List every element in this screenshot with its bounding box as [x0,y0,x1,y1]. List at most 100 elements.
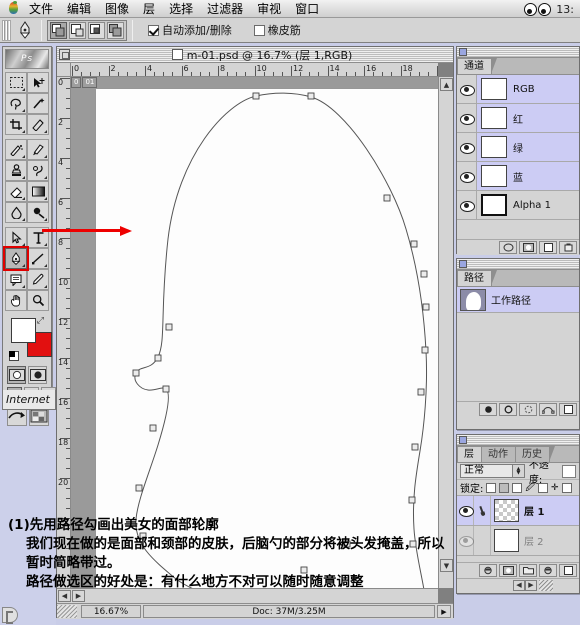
channel-row-alpha1[interactable]: Alpha 1 [457,191,579,220]
fill-path-button[interactable] [479,403,497,416]
menu-item-view[interactable]: 审视 [250,0,288,18]
channel-visibility-toggle[interactable] [457,104,477,132]
move-tool[interactable] [27,72,49,93]
menu-item-image[interactable]: 图像 [98,0,136,18]
document-title-bar[interactable]: m-01.psd @ 16.7% (层 1,RGB) [57,47,453,63]
path-row-work-path[interactable]: 工作路径 [457,287,579,313]
channel-visibility-toggle[interactable] [457,133,477,161]
auto-add-delete-checkbox[interactable] [148,24,159,36]
menu-item-edit[interactable]: 编辑 [60,0,98,18]
chevron-updown-icon[interactable]: ▲ ▼ [511,465,524,477]
tab-actions[interactable]: 动作 [481,446,521,462]
tab-channels[interactable]: 通道 [457,58,497,74]
add-layer-mask-button[interactable] [499,564,517,577]
opacity-field[interactable] [561,464,577,478]
menu-item-window[interactable]: 窗口 [288,0,326,18]
status-menu-arrow-icon[interactable]: ▶ [437,605,451,618]
scroll-right-button[interactable]: ▶ [525,579,537,591]
window-resize-grip[interactable] [2,607,18,624]
create-fill-layer-button[interactable] [539,564,557,577]
channel-row-green[interactable]: 绿 [457,133,579,162]
menu-item-layer[interactable]: 层 [136,0,162,18]
internet-tab[interactable]: Internet [2,390,56,410]
photoshop-banner[interactable]: Ps [5,49,49,69]
status-resize-grip[interactable] [57,605,77,618]
path-selection-tool[interactable] [5,227,27,248]
blend-mode-select[interactable]: 正常 ▲ ▼ [460,464,525,478]
add-layer-style-button[interactable] [479,564,497,577]
standard-mode-button[interactable] [7,366,26,384]
rubber-band-option[interactable]: 橡皮筋 [253,22,301,38]
stroke-path-button[interactable] [499,403,517,416]
make-work-path-button[interactable] [539,403,557,416]
marquee-tool[interactable] [5,72,27,93]
default-colors-icon[interactable] [9,351,19,361]
canvas-tab-0[interactable]: 0 [71,77,82,88]
quick-mask-mode-button[interactable] [28,366,47,384]
airbrush-tool[interactable] [5,139,27,160]
blur-tool[interactable] [5,202,27,223]
layers-palette-titlebar[interactable] [457,435,579,446]
dodge-tool[interactable] [27,202,49,223]
lock-extra-checkbox[interactable] [561,482,572,493]
menu-item-filter[interactable]: 过滤器 [200,0,250,18]
save-selection-as-channel-button[interactable] [519,241,537,254]
channel-row-rgb[interactable]: RGB [457,75,579,104]
close-icon[interactable] [459,260,467,268]
eyedropper-tool[interactable] [27,269,49,290]
hand-tool[interactable] [5,290,27,311]
channels-palette-titlebar[interactable] [457,47,579,58]
lock-image-pixels-checkbox[interactable] [499,482,510,493]
history-brush-tool[interactable] [27,160,49,181]
tab-history[interactable]: 历史 [515,446,555,462]
canvas-area[interactable] [71,77,438,588]
load-channel-as-selection-button[interactable] [499,241,517,254]
menu-item-select[interactable]: 选择 [162,0,200,18]
channel-visibility-toggle[interactable] [457,191,477,219]
close-icon[interactable] [459,436,467,444]
gradient-tool[interactable] [27,181,49,202]
zoom-level-field[interactable]: 16.67% [81,605,141,618]
scroll-up-button[interactable]: ▲ [440,78,453,91]
options-bar-grip[interactable] [2,19,11,41]
pen-tool[interactable] [3,246,29,271]
image-canvas[interactable] [96,89,438,588]
auto-add-delete-option[interactable]: 自动添加/删除 [148,22,232,38]
load-path-as-selection-button[interactable] [519,403,537,416]
magic-wand-tool[interactable] [27,93,49,114]
canvas-vertical-scrollbar[interactable]: ▲ ▼ [438,77,453,588]
create-new-path-button[interactable] [559,403,577,416]
apple-logo-icon[interactable] [6,1,22,16]
create-new-channel-button[interactable] [539,241,557,254]
path-mode-exclude-button[interactable] [107,21,124,39]
lock-transparent-pixels-checkbox[interactable] [486,482,497,493]
paintbrush-tool[interactable] [27,139,49,160]
canvas-tab-01[interactable]: 01 [82,77,98,88]
lock-position-checkbox[interactable] [512,482,523,493]
close-icon[interactable] [459,48,467,56]
crop-tool[interactable] [5,114,27,135]
create-new-layer-button[interactable] [559,564,577,577]
channel-row-blue[interactable]: 蓝 [457,162,579,191]
ruler-corner[interactable] [57,63,71,77]
channel-visibility-toggle[interactable] [457,75,477,103]
foreground-color-swatch[interactable] [11,318,36,343]
slice-tool[interactable] [27,114,49,135]
paths-palette-titlebar[interactable] [457,259,579,270]
path-mode-add-button[interactable] [50,21,67,39]
path-mode-subtract-button[interactable] [69,21,86,39]
swap-colors-icon[interactable]: ⤢ [37,316,44,326]
stamp-tool[interactable] [5,160,27,181]
pen-tool-icon[interactable] [14,20,36,41]
tab-paths[interactable]: 路径 [457,270,497,286]
lasso-tool[interactable] [5,93,27,114]
palette-resize-grip[interactable] [539,579,553,591]
menu-item-file[interactable]: 文件 [22,0,60,18]
scroll-left-button[interactable]: ◀ [513,579,525,591]
lock-all-checkbox[interactable] [537,482,548,493]
rubber-band-checkbox[interactable] [253,24,265,36]
eraser-tool[interactable] [5,181,27,202]
document-size-field[interactable]: Doc: 37M/3.25M [143,605,435,618]
close-icon[interactable] [59,49,70,60]
create-new-group-button[interactable] [519,564,537,577]
